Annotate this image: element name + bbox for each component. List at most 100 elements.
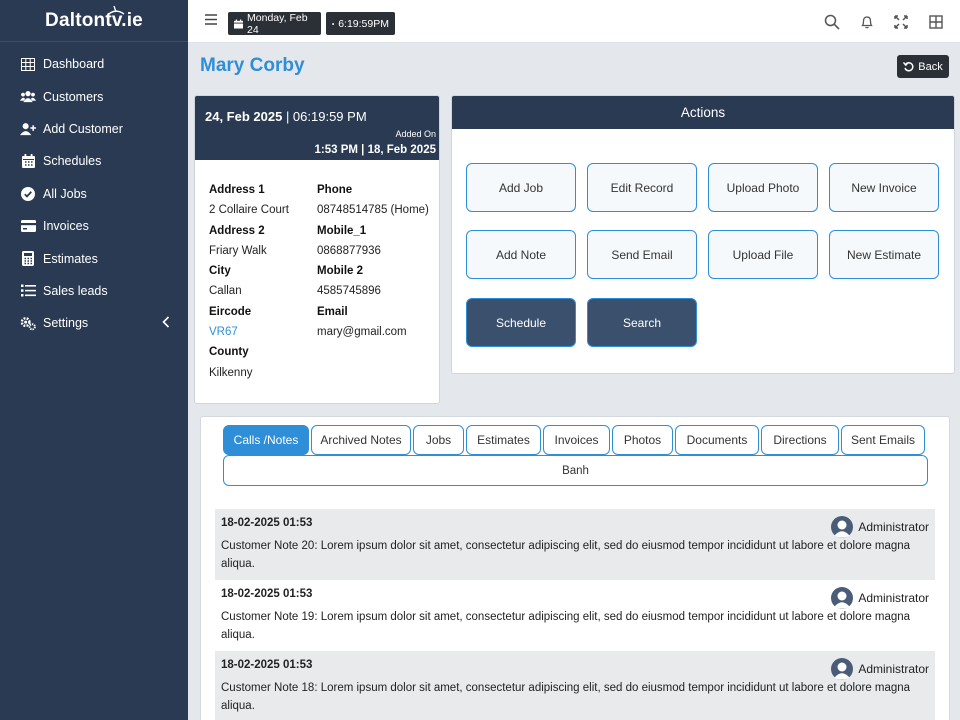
sidebar-item-dashboard[interactable]: Dashboard — [0, 48, 188, 80]
note-date: 18-02-2025 01:53 — [221, 588, 313, 600]
sidebar-item-settings[interactable]: Settings — [0, 307, 188, 339]
add-note-button[interactable]: Add Note — [466, 230, 576, 279]
upload-file-button[interactable]: Upload File — [708, 230, 818, 279]
mobile2-label: Mobile 2 — [317, 265, 364, 278]
address1-label: Address 1 — [209, 184, 265, 196]
tab-sent-emails[interactable]: Sent Emails — [841, 425, 925, 455]
actions-title: Actions — [452, 96, 954, 129]
address2-label: Address 2 — [209, 224, 265, 237]
current-time: 6:19:59PM — [338, 17, 389, 30]
tab-banh[interactable]: Banh — [223, 455, 928, 486]
fullscreen-icon[interactable] — [893, 14, 909, 30]
customer-card: 24, Feb 2025 | 06:19:59 PM Added On 1:53… — [194, 95, 440, 404]
header-datetime: 24, Feb 2025 | 06:19:59 PM — [205, 109, 367, 124]
note-date: 18-02-2025 01:53 — [221, 659, 313, 671]
tab-documents[interactable]: Documents — [675, 425, 759, 455]
phone-label: Phone — [317, 184, 353, 196]
sidebar-item-estimates[interactable]: Estimates — [0, 242, 188, 274]
note-item: 18-02-2025 01:53 Administrator Customer … — [215, 509, 935, 580]
calendar-icon — [20, 153, 36, 169]
search-icon[interactable] — [824, 14, 840, 30]
sidebar-item-add-customer[interactable]: Add Customer — [0, 113, 188, 145]
edit-record-button[interactable]: Edit Record — [587, 163, 697, 212]
note-date: 18-02-2025 01:53 — [221, 517, 313, 529]
check-circle-icon — [20, 186, 36, 202]
author-name: Administrator — [858, 591, 929, 605]
sidebar-item-label: Estimates — [43, 251, 98, 266]
cogs-icon — [20, 315, 36, 331]
sidebar: Daltontv.ie Dashboard Customers Add Cust… — [0, 0, 188, 720]
address-fields: Address 1 2 Collaire Court Address 2 Fri… — [209, 180, 289, 383]
author-name: Administrator — [858, 520, 929, 534]
brand-logo[interactable]: Daltontv.ie — [0, 0, 188, 42]
avatar-icon — [831, 516, 854, 538]
mobile1-label: Mobile_1 — [317, 224, 367, 237]
user-plus-icon — [20, 121, 36, 137]
menu-toggle-icon[interactable] — [205, 14, 217, 25]
sidebar-item-label: Sales leads — [43, 283, 108, 298]
actions-panel: Actions Add Job Edit Record Upload Photo… — [451, 95, 955, 374]
users-icon — [20, 89, 36, 105]
tab-photos[interactable]: Photos — [612, 425, 673, 455]
note-author: Administrator — [831, 658, 929, 680]
tab-jobs[interactable]: Jobs — [413, 425, 464, 455]
customer-card-header: 24, Feb 2025 | 06:19:59 PM Added On 1:53… — [195, 96, 439, 160]
county-value: Kilkenny — [209, 366, 253, 379]
sidebar-item-label: Schedules — [43, 154, 102, 169]
city-value: Callan — [209, 285, 242, 298]
note-text: Customer Note 19: Lorem ipsum dolor sit … — [221, 611, 911, 641]
note-text: Customer Note 20: Lorem ipsum dolor sit … — [221, 540, 911, 570]
tab-directions[interactable]: Directions — [761, 425, 839, 455]
address1-value: 2 Collaire Court — [209, 204, 289, 217]
avatar-icon — [831, 587, 854, 609]
search-button[interactable]: Search — [587, 298, 697, 347]
time-badge: 6:19:59PM — [326, 12, 395, 35]
grid-apps-icon[interactable] — [928, 14, 944, 30]
note-item: 18-02-2025 01:53 Administrator Customer … — [215, 651, 935, 720]
date-badge: Monday, Feb 24 — [228, 12, 321, 36]
new-estimate-button[interactable]: New Estimate — [829, 230, 939, 279]
tab-estimates[interactable]: Estimates — [466, 425, 541, 455]
tab-calls-notes[interactable]: Calls /Notes — [223, 425, 309, 455]
address2-value: Friary Walk — [209, 244, 267, 257]
sidebar-item-schedules[interactable]: Schedules — [0, 145, 188, 177]
page-title: Mary Corby — [200, 55, 305, 76]
tabs-panel: Calls /Notes Archived Notes Jobs Estimat… — [200, 416, 950, 720]
note-item: 18-02-2025 01:53 Administrator Customer … — [215, 580, 935, 651]
sidebar-item-sales-leads[interactable]: Sales leads — [0, 275, 188, 307]
chevron-left-icon[interactable] — [162, 316, 170, 328]
tab-archived-notes[interactable]: Archived Notes — [311, 425, 411, 455]
clock-icon — [332, 22, 335, 25]
sidebar-item-invoices[interactable]: Invoices — [0, 210, 188, 242]
sidebar-item-label: All Jobs — [43, 186, 87, 201]
added-on-label: Added On — [395, 129, 436, 139]
sidebar-nav: Dashboard Customers Add Customer Schedul… — [0, 42, 188, 340]
calendar-icon — [234, 18, 244, 29]
sidebar-item-all-jobs[interactable]: All Jobs — [0, 178, 188, 210]
contact-fields: Phone 08748514785 (Home) Mobile_1 086887… — [317, 180, 429, 342]
calculator-icon — [20, 251, 36, 267]
schedule-button[interactable]: Schedule — [466, 298, 576, 347]
eircode-link[interactable]: VR67 — [209, 322, 289, 342]
city-label: City — [209, 265, 231, 278]
send-email-button[interactable]: Send Email — [587, 230, 697, 279]
antenna-swoosh-icon — [105, 5, 125, 18]
county-label: County — [209, 346, 249, 359]
bell-icon[interactable] — [859, 14, 875, 30]
eircode-label: Eircode — [209, 305, 252, 318]
sidebar-item-customers[interactable]: Customers — [0, 80, 188, 112]
note-text: Customer Note 18: Lorem ipsum dolor sit … — [221, 682, 911, 712]
undo-icon — [903, 62, 914, 72]
credit-card-icon — [20, 218, 36, 234]
upload-photo-button[interactable]: Upload Photo — [708, 163, 818, 212]
add-job-button[interactable]: Add Job — [466, 163, 576, 212]
sidebar-item-label: Add Customer — [43, 121, 123, 136]
phone-value: 08748514785 (Home) — [317, 204, 429, 217]
header-time: | 06:19:59 PM — [282, 109, 367, 124]
avatar-icon — [831, 658, 854, 680]
new-invoice-button[interactable]: New Invoice — [829, 163, 939, 212]
sidebar-item-label: Dashboard — [43, 57, 105, 72]
tab-invoices[interactable]: Invoices — [543, 425, 610, 455]
back-button[interactable]: Back — [897, 55, 949, 78]
brand-name: Daltontv.ie — [45, 9, 143, 31]
